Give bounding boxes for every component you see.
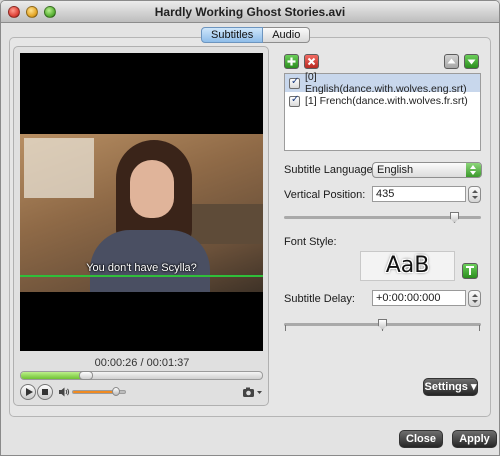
plus-icon: [287, 57, 296, 66]
subtitle-track-label: [0] English(dance.with.wolves.eng.srt): [305, 71, 467, 95]
settings-button[interactable]: Settings ▾: [423, 378, 478, 396]
list-item[interactable]: [0] English(dance.with.wolves.eng.srt): [285, 71, 480, 95]
subtitle-delay-label: Subtitle Delay:: [284, 293, 355, 305]
vertical-position-stepper[interactable]: [468, 186, 481, 203]
video-player: You don't have Scylla? 00:00:26 / 00:01:…: [13, 46, 269, 406]
window-title: Hardly Working Ghost Stories.avi: [154, 5, 346, 19]
seek-progress: [21, 372, 86, 379]
font-icon: [466, 266, 474, 275]
title-bar: Hardly Working Ghost Stories.avi: [1, 1, 499, 23]
subtitle-track-label: [1] French(dance.with.wolves.fr.srt): [305, 95, 468, 107]
tab-bar: Subtitles Audio: [201, 27, 311, 43]
add-subtitle-button[interactable]: [284, 54, 299, 69]
font-style-label: Font Style:: [284, 236, 337, 248]
subtitle-delay-stepper[interactable]: [468, 290, 481, 307]
move-down-button[interactable]: [464, 54, 479, 69]
background-window: [24, 138, 94, 198]
arrow-up-icon: [447, 58, 456, 64]
camera-icon[interactable]: [242, 386, 264, 398]
move-up-button[interactable]: [444, 54, 459, 69]
video-frame: You don't have Scylla?: [20, 134, 263, 292]
vertical-position-field[interactable]: 435: [372, 186, 466, 202]
subtitle-checkbox[interactable]: [289, 76, 300, 89]
volume-slider[interactable]: [72, 387, 126, 396]
timecode: 00:00:26 / 00:01:37: [94, 357, 190, 369]
cross-icon: [307, 57, 316, 66]
select-arrows-icon: [466, 163, 481, 177]
list-item[interactable]: [1] French(dance.with.wolves.fr.srt): [285, 92, 480, 110]
arrow-down-icon: [467, 59, 476, 65]
video-preview[interactable]: You don't have Scylla?: [20, 53, 263, 351]
tab-audio[interactable]: Audio: [263, 27, 311, 43]
volume-icon[interactable]: [58, 386, 70, 398]
person-body: [90, 230, 210, 292]
seek-handle[interactable]: [79, 371, 93, 380]
subtitle-language-select[interactable]: English: [372, 162, 482, 178]
person-face: [130, 160, 174, 218]
stop-button[interactable]: [37, 384, 53, 400]
seek-bar[interactable]: [20, 371, 263, 380]
volume-level: [73, 391, 116, 393]
subtitle-list[interactable]: [0] English(dance.with.wolves.eng.srt) […: [284, 71, 481, 151]
subtitle-language-label: Subtitle Language:: [284, 164, 376, 176]
tab-subtitles[interactable]: Subtitles: [201, 27, 264, 43]
subtitle-language-value: English: [377, 164, 414, 176]
background-desk: [190, 204, 263, 244]
close-button[interactable]: Close: [399, 430, 443, 448]
font-preview: AaB: [360, 251, 455, 281]
volume-handle[interactable]: [112, 387, 120, 396]
remove-subtitle-button[interactable]: [304, 54, 319, 69]
subtitle-position-line: [20, 275, 263, 277]
subtitle-checkbox[interactable]: [289, 94, 300, 107]
app-window: Hardly Working Ghost Stories.avi Subtitl…: [0, 0, 500, 456]
subtitle-delay-field[interactable]: +0:00:00:000: [372, 290, 466, 306]
play-button[interactable]: [20, 384, 36, 400]
playback-controls: [14, 382, 270, 402]
subtitle-overlay: You don't have Scylla?: [86, 262, 197, 274]
apply-button[interactable]: Apply: [452, 430, 497, 448]
vertical-position-label: Vertical Position:: [284, 189, 366, 201]
font-settings-button[interactable]: [462, 263, 478, 279]
